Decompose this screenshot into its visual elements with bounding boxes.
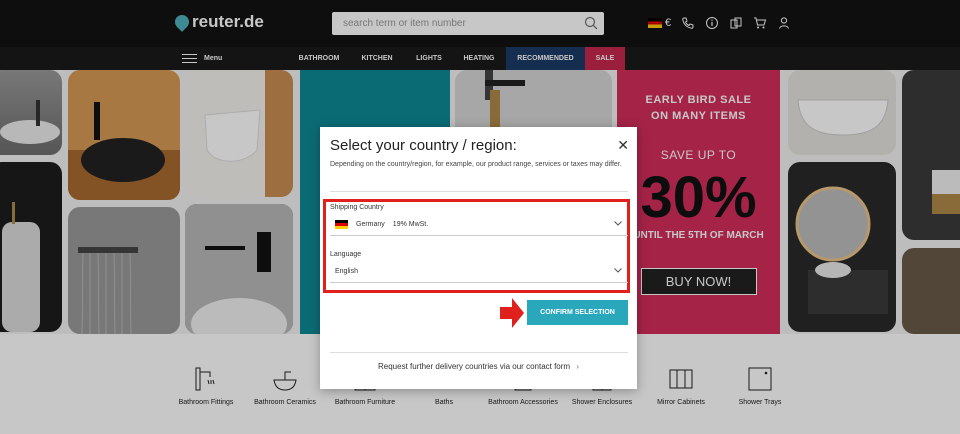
chevron-right-icon: › bbox=[576, 362, 579, 371]
dialog-description: Depending on the country/region, for exa… bbox=[330, 161, 622, 168]
request-link-text: Request further delivery countries via o… bbox=[378, 362, 571, 371]
flag-de-icon bbox=[335, 220, 348, 229]
shipping-country-value: Germany bbox=[356, 221, 385, 228]
request-countries-link[interactable]: Request further delivery countries via o… bbox=[320, 362, 637, 371]
chevron-down-icon bbox=[614, 221, 622, 226]
close-icon[interactable]: ✕ bbox=[617, 137, 629, 154]
shipping-country-select[interactable]: Germany 19% MwSt. bbox=[330, 214, 628, 236]
shipping-country-label: Shipping Country bbox=[330, 204, 384, 211]
language-select[interactable]: English bbox=[330, 261, 628, 283]
language-label: Language bbox=[330, 251, 362, 258]
confirm-selection-button[interactable]: CONFIRM SELECTION bbox=[527, 300, 628, 325]
chevron-down-icon bbox=[614, 268, 622, 273]
divider bbox=[330, 191, 628, 192]
dialog-title: Select your country / region: bbox=[330, 137, 517, 154]
shipping-vat-value: 19% MwSt. bbox=[392, 221, 429, 228]
red-arrow-icon bbox=[500, 298, 524, 328]
divider bbox=[330, 352, 628, 353]
language-value: English bbox=[335, 268, 358, 275]
country-region-dialog: Select your country / region: ✕ Dependin… bbox=[320, 127, 637, 389]
